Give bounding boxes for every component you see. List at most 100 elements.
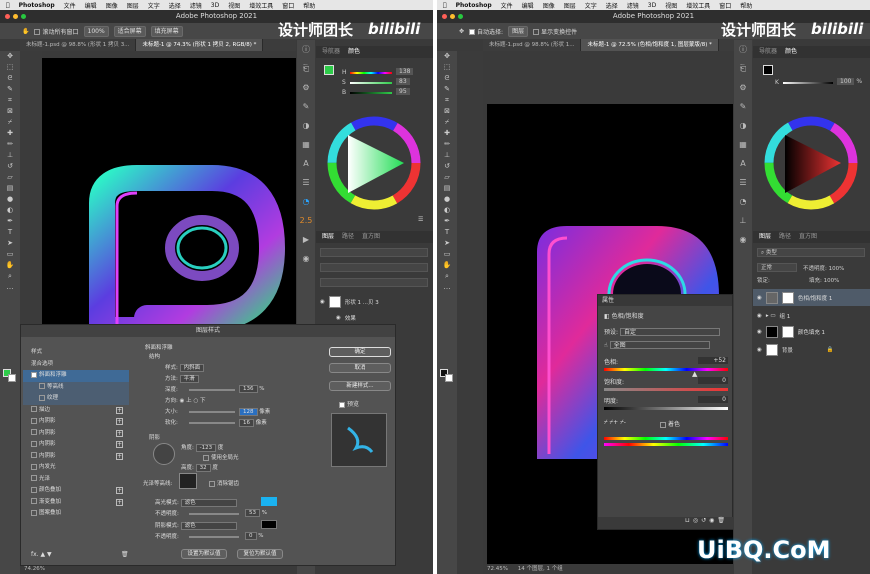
add-gradient-overlay-icon[interactable]: + <box>116 498 123 506</box>
menu-plugins[interactable]: 增效工具 <box>249 1 273 10</box>
global-light-checkbox[interactable]: 使用全局光 <box>203 453 239 461</box>
brightness-value[interactable]: 95 <box>396 88 410 95</box>
window-controls[interactable] <box>442 14 463 19</box>
marquee-tool-icon[interactable]: ⬚ <box>0 62 20 73</box>
auto-select-checkbox[interactable]: 自动选择: <box>469 27 503 36</box>
layer-row-shape[interactable]: ◉ 形状 1 ...贝 3 <box>316 293 433 310</box>
menu-help[interactable]: 帮助 <box>303 1 315 10</box>
camera-icon[interactable]: ◉ <box>734 230 752 249</box>
more-tools-icon[interactable]: … <box>437 282 457 293</box>
eyedropper-minus-icon[interactable]: ⌿- <box>620 419 626 426</box>
hue-value[interactable]: 138 <box>396 68 414 75</box>
menu-edit[interactable]: 编辑 <box>85 1 97 10</box>
tab-doc-2[interactable]: 未标题-1 @ 74.3% (形状 1 拷贝 2, RGB/8) * <box>136 39 264 51</box>
shadow-mode-select[interactable]: 滤色 <box>180 522 237 530</box>
saturation-slider[interactable] <box>350 82 392 84</box>
view-previous-icon[interactable]: ◎ <box>693 517 701 524</box>
lightness-value[interactable]: 0 <box>698 396 728 403</box>
menu-select[interactable]: 选择 <box>606 1 618 10</box>
tab-paths[interactable]: 路径 <box>779 231 791 243</box>
layer-filter-bar[interactable] <box>320 248 428 257</box>
brush-settings-icon[interactable]: ✎ <box>297 97 315 116</box>
eyedropper-icon[interactable]: ⌿ <box>437 117 457 128</box>
shadow-opacity-slider[interactable] <box>189 536 239 538</box>
crop-tool-icon[interactable]: ⌗ <box>0 95 20 106</box>
move-tool-icon[interactable]: ✥ <box>437 51 457 62</box>
menu-type[interactable]: 文字 <box>148 1 160 10</box>
timer-icon[interactable]: ◔ <box>734 192 752 211</box>
menu-select[interactable]: 选择 <box>169 1 181 10</box>
add-color-overlay-icon[interactable]: + <box>116 487 123 494</box>
layer-row-hue-sat[interactable]: ◉ 色相/饱和度 1 <box>753 289 870 306</box>
menu-window[interactable]: 窗口 <box>282 1 294 10</box>
camera-icon[interactable]: ◉ <box>297 249 315 268</box>
apple-icon[interactable]:  <box>443 2 447 9</box>
menu-image[interactable]: 图像 <box>543 1 555 10</box>
style-contour[interactable]: 等高线 <box>23 381 129 393</box>
menu-help[interactable]: 帮助 <box>740 1 752 10</box>
eye-icon[interactable]: ◉ <box>757 329 762 335</box>
eye-icon[interactable]: ◉ <box>757 347 762 353</box>
actions-icon[interactable]: ⚙ <box>297 78 315 97</box>
lasso-tool-icon[interactable]: ᘓ <box>0 73 20 84</box>
fill-screen-button[interactable]: 填充屏幕 <box>150 25 183 37</box>
hand-icon[interactable]: ✋ <box>22 28 29 35</box>
hand-tool-icon[interactable]: ✋ <box>0 260 20 271</box>
history-brush-icon[interactable]: ↺ <box>437 161 457 172</box>
k-slider[interactable] <box>783 82 833 84</box>
tab-navigator[interactable]: 导航器 <box>759 46 777 58</box>
tab-doc-1[interactable]: 未标题-1.psd @ 98.8% (形状 1... <box>483 39 582 51</box>
altitude-input[interactable]: 32 <box>195 464 211 472</box>
ok-button[interactable]: 确定 <box>329 347 391 357</box>
app-menu[interactable]: Photoshop <box>19 2 55 9</box>
size-input[interactable]: 128 <box>239 408 258 416</box>
style-list-header[interactable]: 样式 <box>23 347 129 359</box>
angle-input[interactable]: -123 <box>195 444 217 452</box>
timer-icon[interactable]: ◔ <box>297 192 315 211</box>
style-pattern-overlay[interactable]: 图案叠加 <box>23 508 129 520</box>
layer-row-fill[interactable]: ◉ 颜色填充 1 <box>753 323 870 340</box>
glyph-icon[interactable]: A <box>734 154 752 173</box>
quick-select-icon[interactable]: ✎ <box>0 84 20 95</box>
hue-value[interactable]: +52 <box>698 357 728 364</box>
gradient-tool-icon[interactable]: ▤ <box>0 183 20 194</box>
fx-menu[interactable]: fx. ▲ ▼ <box>31 551 52 558</box>
tab-navigator[interactable]: 导航器 <box>322 46 340 58</box>
history-icon[interactable]: ⎗ <box>297 59 315 78</box>
tab-layers[interactable]: 图层 <box>759 231 771 243</box>
preset-select[interactable]: 自定 <box>619 328 720 336</box>
window-controls[interactable] <box>5 14 26 19</box>
apple-icon[interactable]:  <box>6 2 10 9</box>
add-inner-shadow-icon[interactable]: + <box>116 418 123 425</box>
direction-up-radio[interactable]: ◉ 上 <box>180 398 192 404</box>
frame-tool-icon[interactable]: ⊠ <box>0 106 20 117</box>
hue-slider[interactable] <box>350 72 392 74</box>
zoom-tool-icon[interactable]: ⌕ <box>437 271 457 282</box>
zoom-level[interactable]: 74.26% <box>24 566 45 572</box>
menu-file[interactable]: 文件 <box>501 1 513 10</box>
direction-down-radio[interactable]: ○ 下 <box>193 398 205 404</box>
tab-color[interactable]: 颜色 <box>785 46 797 58</box>
brush-tool-icon[interactable]: ✏ <box>0 139 20 150</box>
blend-mode-select[interactable]: 正常 <box>757 263 797 272</box>
glyph-icon[interactable]: A <box>297 154 315 173</box>
style-inner-shadow-2[interactable]: 内阴影 + <box>23 428 129 440</box>
move-tool-icon[interactable]: ✥ <box>0 51 20 62</box>
menu-image[interactable]: 图像 <box>106 1 118 10</box>
menu-3d[interactable]: 3D <box>211 2 219 9</box>
menu-filter[interactable]: 滤镜 <box>190 1 202 10</box>
app-menu[interactable]: Photoshop <box>456 2 492 9</box>
add-inner-shadow-icon[interactable]: + <box>116 429 123 437</box>
k-value[interactable]: 100 <box>837 78 855 85</box>
stamp-tool-icon[interactable]: ⊥ <box>437 150 457 161</box>
shadow-opacity-input[interactable]: 0 <box>245 532 257 540</box>
highlight-color-swatch[interactable] <box>261 497 277 506</box>
saturation-value[interactable]: 0 <box>698 377 728 384</box>
shadow-color-swatch[interactable] <box>261 520 277 529</box>
menu-layer[interactable]: 图层 <box>127 1 139 10</box>
info-icon[interactable]: ⓘ <box>297 40 315 59</box>
document-canvas[interactable] <box>42 58 296 330</box>
cancel-button[interactable]: 取消 <box>329 363 391 373</box>
reset-default-button[interactable]: 复位为默认值 <box>237 549 283 559</box>
tab-color[interactable]: 颜色 <box>348 46 360 58</box>
